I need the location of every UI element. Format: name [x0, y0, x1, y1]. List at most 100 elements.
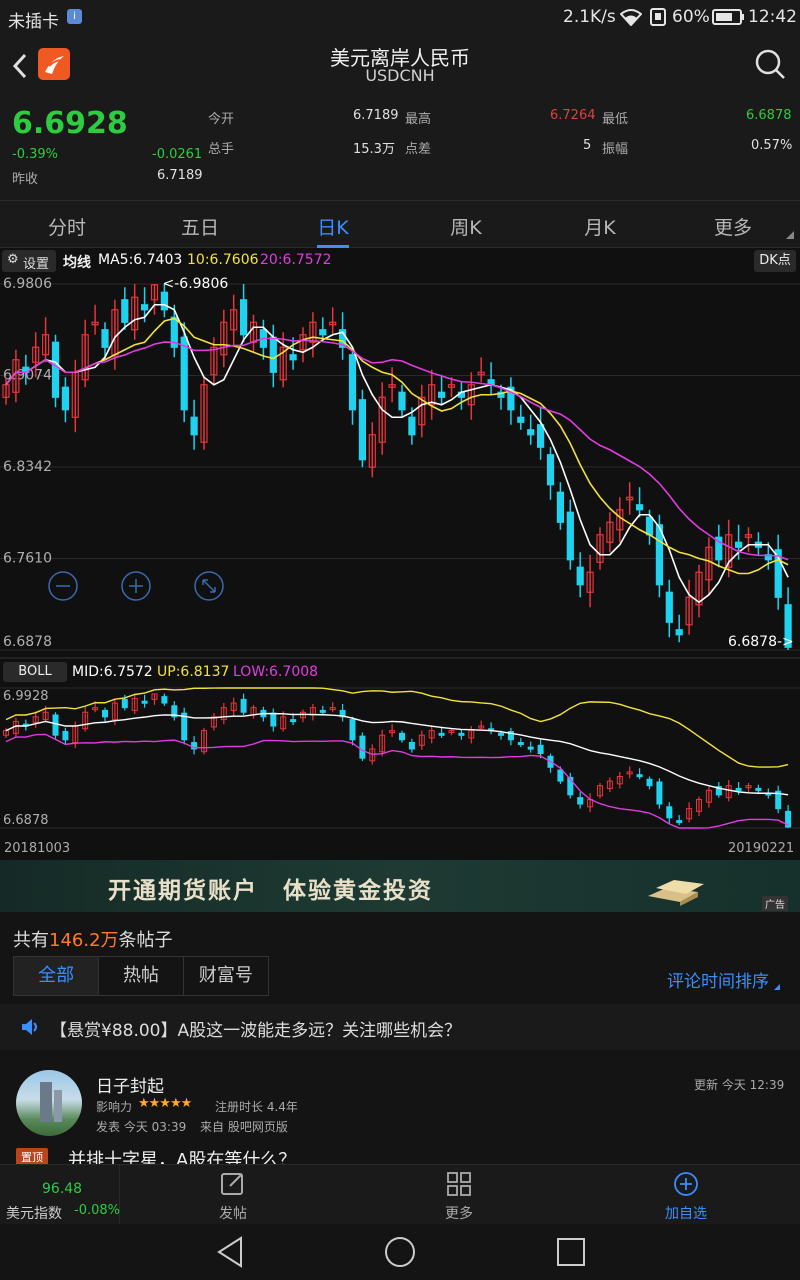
change-value: -0.0261 — [152, 147, 203, 162]
post-label: 发帖 — [219, 1206, 247, 1222]
candle-body — [576, 566, 584, 586]
chart-area[interactable]: ⚙ 设置 均线 MA5:6.7403 10:6.7606 20:6.7572 D… — [0, 248, 800, 860]
candle-body — [160, 291, 168, 311]
boll-mid-line — [5, 712, 789, 796]
system-nav-bar — [0, 1224, 800, 1280]
post-username[interactable]: 日子封起 — [96, 1072, 164, 1097]
boll-candle-body — [666, 806, 673, 819]
boll-candle-body — [62, 731, 69, 741]
speaker-icon — [22, 1019, 37, 1035]
ma5-line — [5, 303, 789, 604]
prev-close-label: 昨收 — [12, 172, 39, 187]
boll-candle-body — [527, 746, 534, 750]
filter-wealth[interactable]: 财富号 — [184, 957, 268, 995]
back-icon[interactable] — [10, 52, 30, 80]
nav-back-icon[interactable] — [215, 1236, 245, 1268]
candle-body — [527, 429, 535, 436]
boll-low-label: LOW:6.7008 — [233, 664, 319, 680]
post-time: 发表 今天 03:39 — [96, 1120, 187, 1134]
last-price: 6.6928 — [12, 106, 128, 141]
filter-hot[interactable]: 热帖 — [99, 957, 184, 995]
low-label: 最低 — [602, 112, 629, 127]
y-tick-label: 6.6878 — [3, 634, 52, 650]
high-value: 6.7264 — [550, 108, 596, 123]
candle-body — [438, 391, 446, 398]
boll-up-label: UP:6.8137 — [157, 664, 230, 680]
index-change: -0.08% — [74, 1203, 120, 1218]
boll-candle-body — [438, 732, 445, 736]
boll-candle-body — [755, 787, 762, 791]
influence-label: 影响力 — [96, 1100, 133, 1114]
avatar[interactable] — [16, 1070, 82, 1136]
fullscreen-icon[interactable] — [193, 570, 225, 602]
candle-body — [190, 416, 198, 436]
sort-button[interactable]: 评论时间排序 — [667, 967, 769, 992]
candle-body — [536, 424, 545, 448]
candle-body — [121, 299, 129, 323]
post-item[interactable]: 日子封起 影响力 ★★★★★ 注册时长 4.4年 发表 今天 03:39 来自 … — [0, 1056, 800, 1171]
ad-banner[interactable]: 开通期货账户 体验黄金投资 广告 — [0, 860, 800, 912]
zoom-in-icon[interactable] — [120, 570, 152, 602]
spread-label: 点差 — [405, 142, 432, 157]
candle-body — [289, 354, 297, 361]
influence-stars: ★★★★★ — [138, 1096, 192, 1111]
candle-body — [101, 329, 109, 348]
tab-five-day[interactable]: 五日 — [160, 213, 240, 240]
boll-candle-body — [676, 820, 683, 824]
battery-percent: 60% — [672, 7, 710, 27]
more-label: 更多 — [445, 1206, 473, 1222]
registration-age: 注册时长 4.4年 — [215, 1100, 298, 1114]
usd-index-widget[interactable]: 96.48 美元指数 -0.08% — [0, 1165, 120, 1225]
post-count: 共有146.2万条帖子 — [13, 926, 173, 952]
page-subtitle: USDCNH — [365, 66, 435, 85]
boll-candle-body — [52, 714, 59, 736]
prev-close-value: 6.7189 — [157, 168, 203, 183]
boll-candle-body — [359, 735, 366, 759]
zoom-out-icon[interactable] — [47, 570, 79, 602]
boll-candle-body — [270, 712, 277, 727]
tab-daily-k[interactable]: 日K — [293, 213, 373, 240]
filter-all[interactable]: 全部 — [14, 957, 100, 995]
boll-candle-body — [102, 709, 108, 718]
candle-body — [348, 354, 357, 411]
tab-weekly-k[interactable]: 周K — [426, 213, 506, 240]
announcement-bar[interactable]: 【悬赏¥88.00】A股这一波能走多远？关注哪些机会？ — [0, 1004, 800, 1050]
boll-candle-body — [498, 732, 504, 736]
candle-body — [398, 391, 406, 411]
boll-candle-body — [557, 769, 564, 782]
nav-home-icon[interactable] — [384, 1236, 416, 1268]
tab-more[interactable]: 更多 — [693, 213, 773, 240]
index-name: 美元指数 — [6, 1206, 62, 1222]
change-percent: -0.39% — [12, 147, 58, 162]
tab-intraday[interactable]: 分时 — [27, 213, 107, 240]
post-count-value: 146.2万 — [49, 930, 119, 951]
candle-body — [240, 299, 248, 336]
status-bar: 未插卡 i 2.1K/s 60% 12:42 — [0, 0, 800, 36]
post-source: 来自 股吧网页版 — [200, 1120, 288, 1134]
spread-value: 5 — [583, 138, 592, 153]
add-watchlist-button[interactable]: 加自选 — [572, 1165, 800, 1225]
battery-icon — [712, 9, 744, 25]
tab-monthly-k[interactable]: 月K — [560, 213, 640, 240]
max-annotation: <-6.9806 — [163, 276, 229, 292]
more-button[interactable]: 更多 — [346, 1165, 572, 1225]
search-icon[interactable] — [754, 48, 786, 80]
kline-chart: 6.98066.90746.83426.76106.6878<-6.98066.… — [0, 276, 800, 829]
wifi-icon — [620, 9, 642, 26]
add-label: 加自选 — [665, 1206, 707, 1222]
posts-section: 共有146.2万条帖子 全部 热帖 财富号 评论时间排序 【悬赏¥88.00】A… — [0, 912, 800, 1171]
nav-recents-icon[interactable] — [556, 1237, 586, 1267]
candle-body — [408, 416, 416, 436]
y-tick-label: 6.7610 — [3, 551, 52, 567]
candle-body — [517, 416, 525, 423]
amplitude-label: 振幅 — [602, 142, 629, 157]
post-count-prefix: 共有 — [13, 930, 49, 951]
open-value: 6.7189 — [353, 108, 399, 123]
boll-y-tick: 6.9928 — [3, 689, 49, 704]
period-tabs: 分时 五日 日K 周K 月K 更多 — [0, 200, 800, 248]
candle-body — [180, 336, 188, 411]
indicator-boll-button[interactable]: BOLL — [3, 662, 67, 682]
carrier-label: 未插卡 — [8, 12, 59, 32]
post-button[interactable]: 发帖 — [120, 1165, 346, 1225]
boll-candle-body — [537, 744, 544, 755]
